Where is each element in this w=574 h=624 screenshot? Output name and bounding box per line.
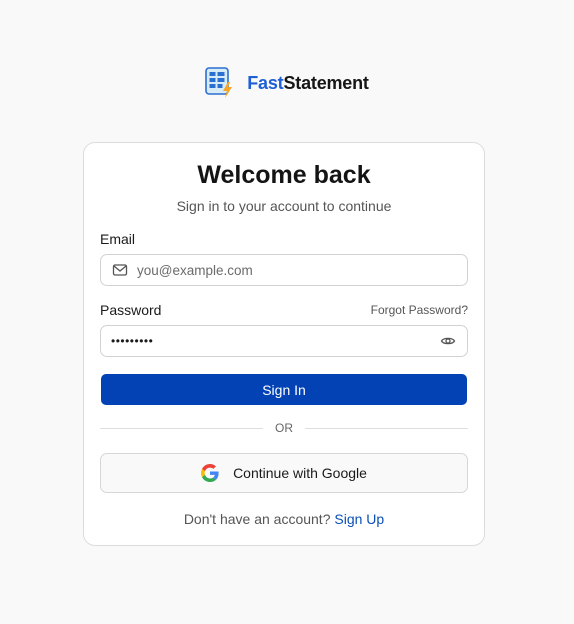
divider-line-left: [100, 427, 263, 429]
google-icon: [201, 464, 219, 482]
signup-row: Don't have an account? Sign Up: [84, 511, 484, 527]
logo-icon: [205, 67, 233, 98]
forgot-password-link[interactable]: Forgot Password?: [371, 303, 468, 317]
sign-in-button[interactable]: Sign In: [101, 374, 467, 405]
password-input[interactable]: [101, 326, 440, 356]
continue-with-google-button[interactable]: Continue with Google: [100, 453, 468, 493]
email-input[interactable]: [128, 255, 467, 285]
or-divider: OR: [100, 421, 468, 435]
eye-icon[interactable]: [440, 333, 456, 349]
brand-name-statement: Statement: [283, 72, 369, 93]
password-label: Password: [100, 302, 162, 318]
brand-name: FastStatement: [247, 72, 369, 94]
page-subtitle: Sign in to your account to continue: [176, 198, 392, 214]
sign-up-link[interactable]: Sign Up: [334, 511, 384, 527]
divider-line-right: [305, 427, 468, 429]
login-card: Welcome back Sign in to your account to …: [83, 142, 485, 546]
brand-name-fast: Fast: [247, 72, 284, 93]
email-label: Email: [100, 231, 136, 247]
divider-text: OR: [275, 421, 293, 435]
mail-icon: [112, 262, 128, 278]
password-field-container: [100, 325, 468, 357]
email-field-container: [100, 254, 468, 286]
page-title: Welcome back: [197, 161, 371, 189]
google-button-label: Continue with Google: [233, 465, 367, 481]
brand-logo: FastStatement: [0, 67, 574, 99]
signup-prompt: Don't have an account?: [183, 511, 331, 527]
